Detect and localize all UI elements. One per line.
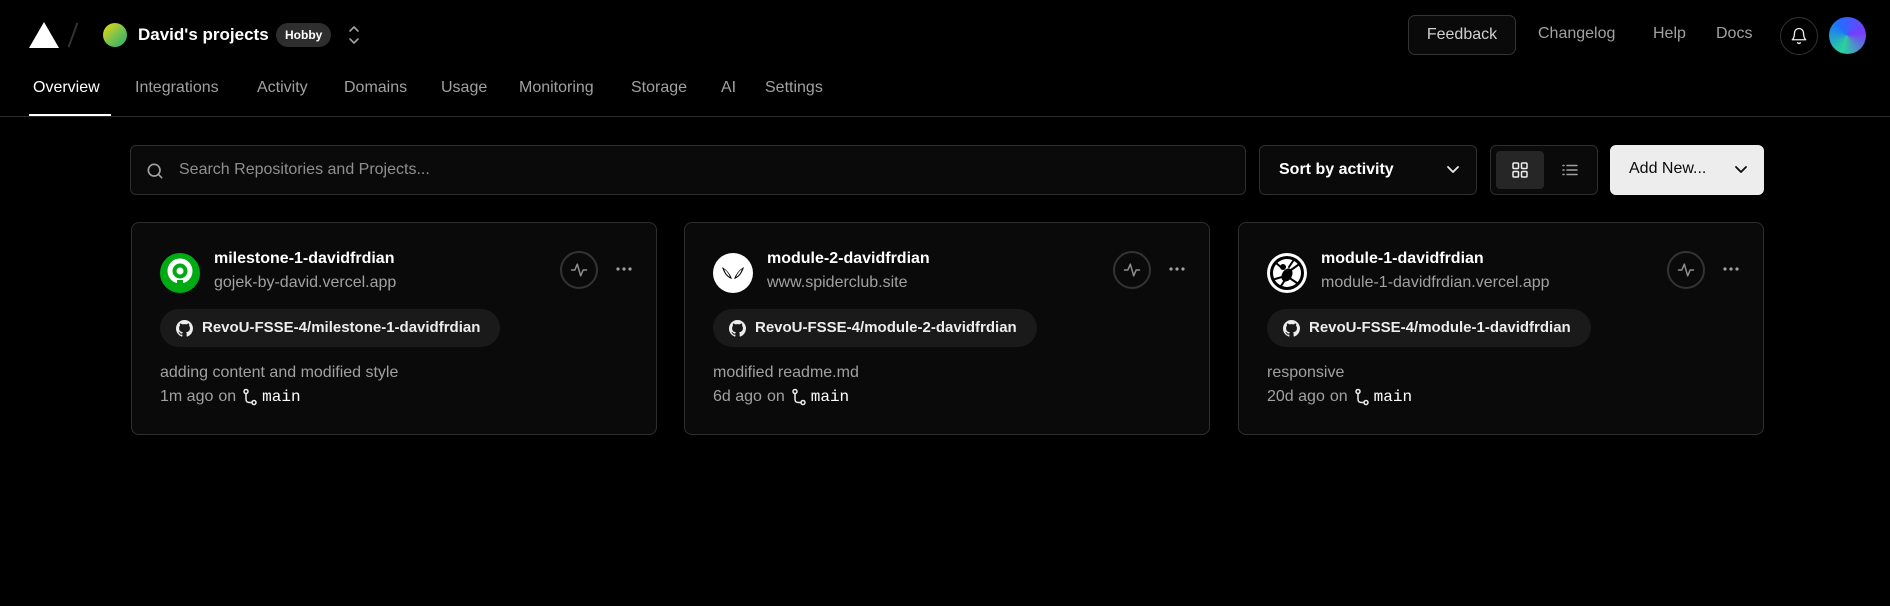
team-switcher-chevrons-icon[interactable] (344, 22, 364, 48)
repository-name: RevoU-FSSE-4/module-2-davidfrdian (755, 319, 1017, 336)
active-tab-indicator (29, 114, 111, 116)
ellipsis-icon (1169, 267, 1185, 271)
branch-name[interactable]: main (1374, 388, 1412, 406)
add-new-label: Add New... (1629, 160, 1707, 177)
gojek-logo-icon (160, 253, 200, 293)
search-box[interactable] (130, 145, 1246, 195)
bell-icon (1791, 27, 1807, 45)
sort-label: Sort by activity (1279, 161, 1394, 178)
commit-time: 6d ago (713, 388, 762, 405)
repository-link[interactable]: RevoU-FSSE-4/module-1-davidfrdian (1267, 309, 1591, 347)
project-card[interactable]: module-1-davidfrdian module-1-davidfrdia… (1238, 222, 1764, 435)
tab-integrations[interactable]: Integrations (135, 79, 219, 97)
project-name[interactable]: module-2-davidfrdian (767, 250, 930, 268)
pulse-icon (1677, 263, 1695, 277)
repository-link[interactable]: RevoU-FSSE-4/module-2-davidfrdian (713, 309, 1037, 347)
project-card[interactable]: module-2-davidfrdian www.spiderclub.site… (684, 222, 1210, 435)
project-card[interactable]: milestone-1-davidfrdian gojek-by-david.v… (131, 222, 657, 435)
commit-meta: 20d ago on main (1267, 388, 1412, 406)
vercel-logo-icon[interactable] (29, 22, 59, 48)
plan-badge: Hobby (276, 23, 332, 47)
commit-meta: 6d ago on main (713, 388, 849, 406)
docs-link[interactable]: Docs (1716, 25, 1752, 43)
spider-icon (1267, 253, 1307, 293)
changelog-link[interactable]: Changelog (1538, 25, 1615, 43)
help-link[interactable]: Help (1653, 25, 1686, 43)
project-name[interactable]: module-1-davidfrdian (1321, 250, 1484, 268)
github-icon (1283, 320, 1300, 337)
more-options-button[interactable] (1165, 257, 1189, 281)
feedback-button[interactable]: Feedback (1408, 15, 1516, 55)
pulse-icon (570, 263, 588, 277)
repository-name: RevoU-FSSE-4/milestone-1-davidfrdian (202, 319, 481, 336)
grid-view-button[interactable] (1496, 151, 1544, 189)
commit-message[interactable]: modified readme.md (713, 364, 859, 382)
notifications-button[interactable] (1780, 17, 1818, 55)
tab-monitoring[interactable]: Monitoring (519, 79, 594, 97)
branch-name[interactable]: main (811, 388, 849, 406)
ellipsis-icon (1723, 267, 1739, 271)
sort-dropdown[interactable]: Sort by activity (1259, 145, 1477, 195)
tab-domains[interactable]: Domains (344, 79, 407, 97)
commit-message[interactable]: adding content and modified style (160, 364, 398, 382)
team-avatar[interactable] (103, 23, 127, 47)
chevron-down-icon (1735, 166, 1747, 173)
tab-bar: Overview Integrations Activity Domains U… (0, 70, 1890, 117)
commit-on-label: on (218, 388, 237, 405)
team-name[interactable]: David's projects (138, 25, 269, 45)
git-branch-icon (791, 388, 806, 406)
breadcrumb-separator (67, 22, 79, 48)
tab-storage[interactable]: Storage (631, 79, 687, 97)
add-new-button[interactable]: Add New... (1610, 145, 1764, 195)
project-name[interactable]: milestone-1-davidfrdian (214, 250, 394, 268)
commit-meta: 1m ago on main (160, 388, 301, 406)
top-bar: David's projects Hobby Feedback Changelo… (0, 0, 1890, 70)
tab-settings[interactable]: Settings (765, 79, 823, 97)
pulse-icon (1123, 263, 1141, 277)
spider-mask-icon (713, 253, 753, 293)
search-input[interactable] (179, 146, 1229, 194)
view-toggle (1490, 145, 1598, 195)
more-options-button[interactable] (612, 257, 636, 281)
chevron-down-icon (1447, 166, 1459, 173)
user-avatar[interactable] (1829, 17, 1866, 54)
tab-ai[interactable]: AI (721, 79, 736, 97)
project-domain-link[interactable]: www.spiderclub.site (767, 274, 908, 292)
commit-message[interactable]: responsive (1267, 364, 1344, 382)
repository-link[interactable]: RevoU-FSSE-4/milestone-1-davidfrdian (160, 309, 501, 347)
git-branch-icon (1354, 388, 1369, 406)
commit-on-label: on (1329, 388, 1348, 405)
more-options-button[interactable] (1719, 257, 1743, 281)
project-domain-link[interactable]: module-1-davidfrdian.vercel.app (1321, 274, 1550, 292)
commit-time: 1m ago (160, 388, 214, 405)
tab-activity[interactable]: Activity (257, 79, 308, 97)
tab-usage[interactable]: Usage (441, 79, 487, 97)
list-icon (1562, 164, 1578, 176)
git-branch-icon (243, 388, 257, 406)
github-icon (176, 320, 193, 337)
observability-button[interactable] (1113, 251, 1151, 289)
observability-button[interactable] (1667, 251, 1705, 289)
project-domain-link[interactable]: gojek-by-david.vercel.app (214, 274, 396, 292)
observability-button[interactable] (560, 251, 598, 289)
grid-icon (1512, 162, 1528, 178)
list-view-button[interactable] (1546, 151, 1594, 189)
branch-name[interactable]: main (262, 388, 300, 406)
github-icon (729, 320, 746, 337)
ellipsis-icon (616, 267, 632, 271)
search-icon (147, 163, 163, 179)
tab-overview[interactable]: Overview (33, 79, 100, 97)
repository-name: RevoU-FSSE-4/module-1-davidfrdian (1309, 319, 1571, 336)
commit-on-label: on (766, 388, 785, 405)
commit-time: 20d ago (1267, 388, 1325, 405)
